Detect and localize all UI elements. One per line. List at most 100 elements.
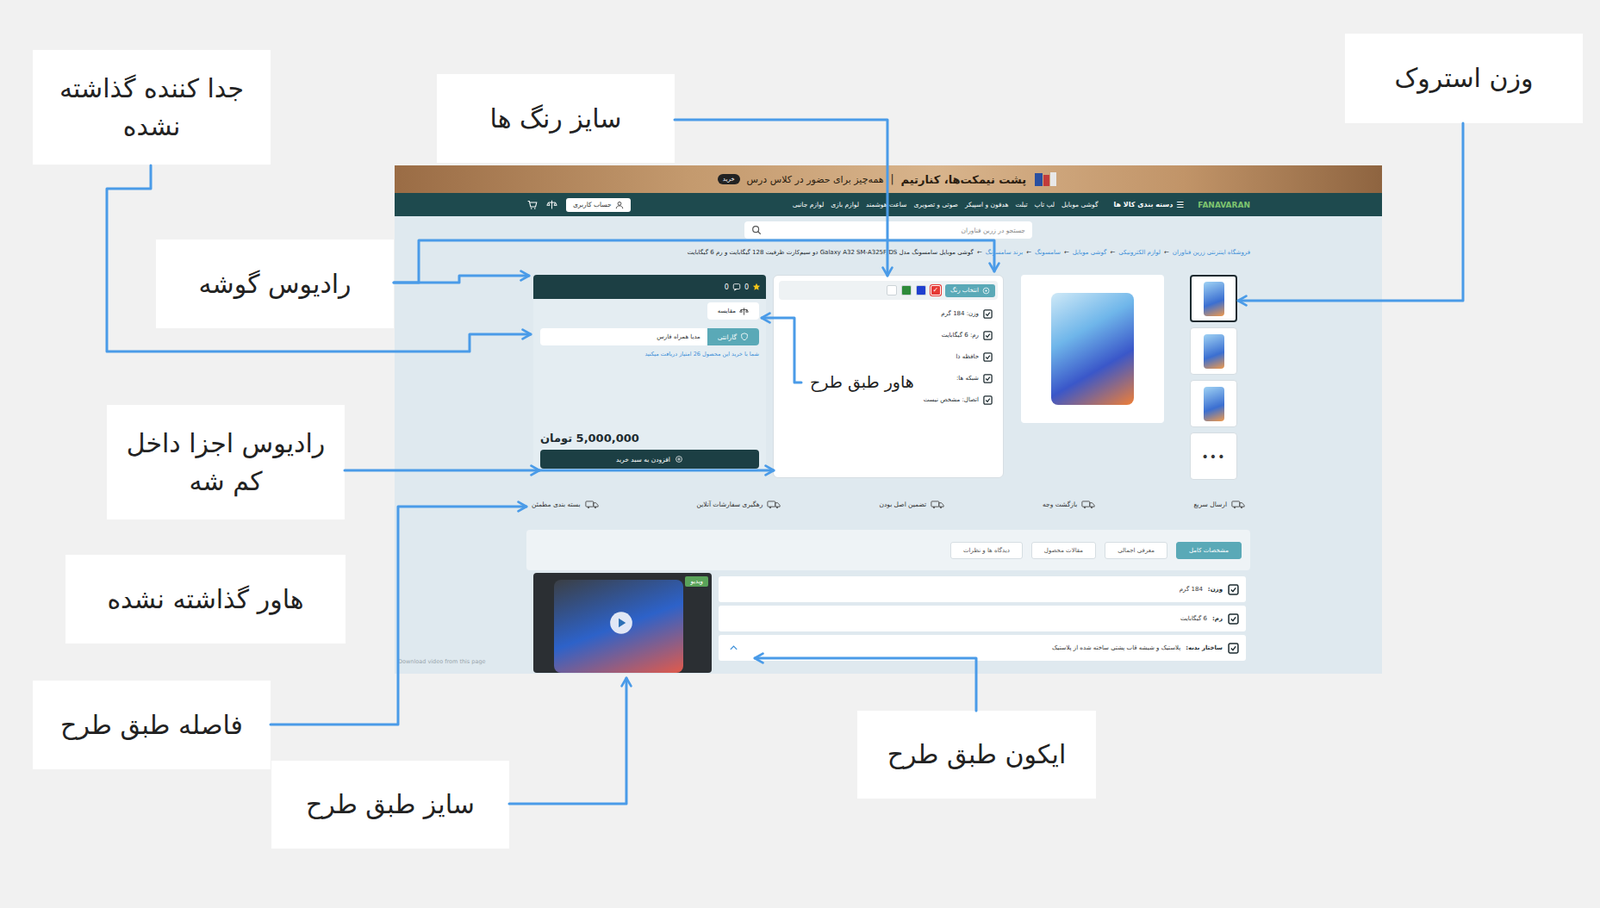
play-icon[interactable] bbox=[609, 610, 634, 636]
palette-icon bbox=[982, 286, 990, 295]
spec-text: اتصال: مشخص نیست bbox=[923, 396, 979, 404]
buy-panel: 00مقایسهگارانتیمدیا همراه فارسشما با خری… bbox=[533, 274, 766, 472]
tab[interactable]: مقالات محصول bbox=[1031, 541, 1096, 560]
thumbnail[interactable]: ••• bbox=[1189, 432, 1238, 480]
detail-value: 184 گرم bbox=[1179, 585, 1203, 593]
account-label: حساب کاربری bbox=[572, 200, 612, 209]
product-image-card bbox=[1021, 274, 1165, 424]
truck-icon bbox=[766, 499, 781, 510]
annotation-note: ایکون طبق طرح bbox=[857, 710, 1096, 799]
warranty-row: گارانتیمدیا همراه فارس bbox=[540, 328, 760, 346]
arrow-icon bbox=[393, 275, 530, 283]
color-swatch[interactable]: ✓ bbox=[930, 285, 941, 296]
annotation-note: رادیوس گوشه bbox=[155, 239, 394, 329]
arrow-icon bbox=[1238, 123, 1464, 301]
annotation-note: جدا کننده گذاشته نشده bbox=[32, 49, 271, 165]
product-photo bbox=[1051, 292, 1134, 405]
arrow-icon bbox=[509, 678, 627, 804]
detail-row: ساختار بدنه:پلاستیک و شیشه قاب پشتی ساخت… bbox=[718, 635, 1246, 661]
feature-item: رهگیری سفارشات آنلاین bbox=[697, 499, 782, 510]
banner-badge[interactable]: خرید bbox=[717, 174, 741, 185]
nav-item[interactable]: لوازم جانبی bbox=[792, 200, 824, 209]
nav-item[interactable]: تبلت bbox=[1014, 200, 1028, 209]
search-placeholder: جستجو در زرین فناوران bbox=[961, 226, 1026, 235]
thumbnail-photo bbox=[1203, 386, 1225, 422]
details-list: وزن: 184 گرم رم:6 گیگابایت ساختار بدنه:پلاس… bbox=[718, 572, 1246, 661]
checkbox-icon bbox=[983, 395, 993, 405]
color-swatch[interactable] bbox=[886, 285, 897, 296]
spec-text: وزن: 184 گرم bbox=[940, 310, 979, 318]
breadcrumb-item[interactable]: لوازم الکترونیکی bbox=[1118, 249, 1161, 256]
annotation-note: وزن استروک bbox=[1344, 33, 1583, 124]
detail-row: رم:6 گیگابایت bbox=[718, 605, 1246, 632]
comment-icon bbox=[732, 282, 741, 292]
breadcrumb-item[interactable]: سامسونگ bbox=[1034, 249, 1061, 256]
breadcrumb-item[interactable]: برند سامسونگ bbox=[985, 249, 1023, 256]
features-row: ارسال سریعبازگشت وجهتضمین اصل بودنرهگیری… bbox=[526, 497, 1251, 511]
breadcrumb-separator: ← bbox=[977, 249, 983, 256]
nav-item[interactable]: لپ تاپ bbox=[1034, 200, 1055, 209]
spec-text: حافظه ذا bbox=[955, 353, 979, 361]
nav-item[interactable]: هدفون و اسپیکر bbox=[964, 200, 1009, 209]
breadcrumb: فروشگاه اینترنتی زرین فناوران ← لوازم الکت… bbox=[526, 247, 1251, 258]
detail-label: ساختار بدنه: bbox=[1185, 644, 1223, 652]
arrow-icon bbox=[754, 658, 977, 711]
annotation-note: هاور طبق طرح bbox=[801, 363, 923, 402]
feature-label: رهگیری سفارشات آنلاین bbox=[697, 500, 764, 509]
color-swatch[interactable] bbox=[901, 285, 912, 296]
checkbox-icon bbox=[1227, 642, 1239, 654]
account-button[interactable]: حساب کاربری bbox=[566, 198, 631, 212]
arrow-icon bbox=[539, 469, 774, 473]
watermark: Download video from this page bbox=[398, 658, 486, 666]
tab[interactable]: معرفی اجمالی bbox=[1104, 541, 1168, 560]
books-icon bbox=[1033, 170, 1059, 188]
checkbox-icon bbox=[983, 352, 993, 362]
arrow-icon bbox=[270, 506, 527, 725]
more-thumbnails: ••• bbox=[1201, 449, 1227, 464]
choose-color-button[interactable]: انتخاب رنگ bbox=[945, 284, 996, 298]
compare-icon bbox=[739, 306, 749, 317]
choose-color-label: انتخاب رنگ bbox=[950, 286, 979, 294]
categories-button[interactable]: ☰دسته بندی کالا ها bbox=[1113, 199, 1184, 210]
annotation-note: سایز طبق طرح bbox=[271, 760, 510, 849]
product-page-screenshot: پشت نیمکت‌ها، کنارتیم|همه‌چیز برای حضور … bbox=[394, 165, 1383, 674]
color-swatch[interactable] bbox=[915, 285, 927, 296]
thumbnail[interactable] bbox=[1189, 274, 1238, 323]
thumbnail[interactable] bbox=[1189, 379, 1238, 428]
compare-icon[interactable] bbox=[546, 199, 558, 211]
nav-item[interactable]: لوازم بازی bbox=[830, 200, 860, 209]
arrow-icon bbox=[674, 119, 888, 276]
cart-icon[interactable] bbox=[526, 199, 538, 211]
spec-row: رم: 6 گیگابایت bbox=[778, 329, 993, 341]
chevron-up-icon[interactable] bbox=[728, 644, 739, 652]
breadcrumb-item[interactable]: گوشی موبایل bbox=[1072, 249, 1108, 256]
compare-label: مقایسه bbox=[717, 307, 736, 315]
compare-button[interactable]: مقایسه bbox=[707, 302, 760, 320]
breadcrumb-item[interactable]: فروشگاه اینترنتی زرین فناوران bbox=[1172, 249, 1251, 256]
truck-icon bbox=[1081, 499, 1096, 510]
tab[interactable]: مشخصات کامل bbox=[1176, 541, 1242, 560]
feature-item: تضمین اصل بودن bbox=[878, 499, 945, 510]
tab[interactable]: دیدگاه ها و نظرات bbox=[950, 541, 1023, 560]
promo-banner[interactable]: پشت نیمکت‌ها، کنارتیم|همه‌چیز برای حضور … bbox=[394, 165, 1383, 193]
detail-row: وزن: 184 گرم bbox=[718, 576, 1246, 603]
logo[interactable]: FANAVARAN bbox=[1197, 200, 1251, 210]
checkbox-icon bbox=[1227, 613, 1239, 625]
arrow-icon bbox=[106, 165, 531, 352]
video-card[interactable]: ویدیو bbox=[533, 572, 712, 673]
checkbox-icon bbox=[983, 309, 993, 319]
nav-item[interactable]: ساعت هوشمند bbox=[865, 200, 907, 209]
nav-item[interactable]: صوتی و تصویری bbox=[913, 200, 959, 209]
comment-count: 0 bbox=[724, 283, 729, 292]
shield-icon bbox=[740, 332, 749, 342]
thumbnail[interactable] bbox=[1189, 327, 1238, 375]
nav-item[interactable]: گوشی موبایل bbox=[1061, 200, 1098, 209]
search-field[interactable]: جستجو در زرین فناوران bbox=[744, 221, 1033, 239]
detail-label: وزن: bbox=[1207, 585, 1223, 593]
warranty-value[interactable]: مدیا همراه فارس bbox=[540, 328, 708, 346]
feature-label: ارسال سریع bbox=[1193, 500, 1227, 509]
feature-item: بسته بندی مطمئن bbox=[531, 499, 598, 510]
arrow-icon bbox=[761, 317, 802, 383]
banner-subtitle: همه‌چیز برای حضور در کلاس درس bbox=[747, 174, 885, 186]
add-to-cart-button[interactable]: افزودن به سبد خرید bbox=[540, 449, 760, 469]
